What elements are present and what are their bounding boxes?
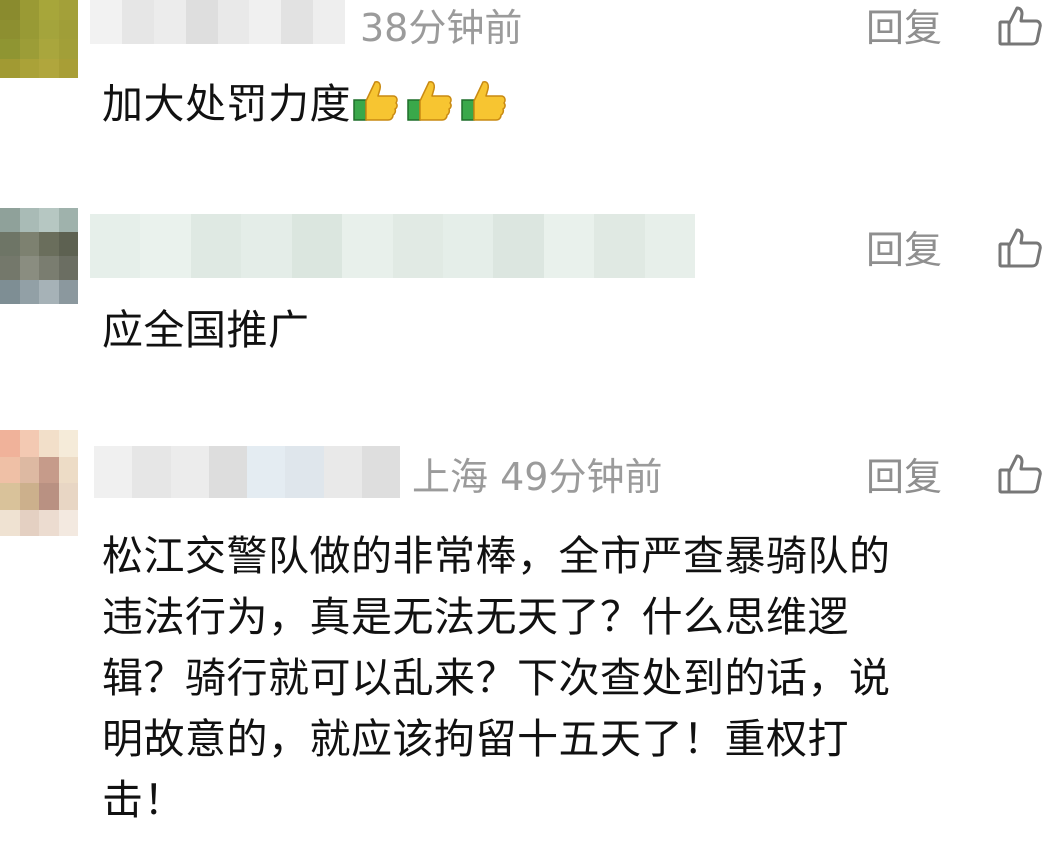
comment-time: 38分钟前 xyxy=(360,6,523,50)
comment-text-line: 违法行为，真是无法无天了？什么思维逻 xyxy=(102,593,849,641)
comment-time: 49分钟前 xyxy=(500,455,663,499)
username-blurred[interactable] xyxy=(94,446,400,498)
thumbs-up-emoji-icon xyxy=(407,81,452,121)
reply-button[interactable]: 回复 xyxy=(866,4,942,52)
comment-text-line: 辑？骑行就可以乱来？下次查处到的话，说 xyxy=(102,654,891,702)
thumbs-up-icon[interactable] xyxy=(996,2,1044,50)
username-blurred[interactable] xyxy=(90,0,345,44)
username-blurred[interactable] xyxy=(90,214,695,278)
reply-button[interactable]: 回复 xyxy=(866,226,942,274)
comment-location: 上海 xyxy=(412,455,489,499)
thumbs-up-icon[interactable] xyxy=(996,450,1044,498)
comment-text: 松江交警队做的非常棒，全市严查暴骑队的 违法行为，真是无法无天了？什么思维逻 辑… xyxy=(102,526,1032,831)
avatar[interactable] xyxy=(0,208,78,304)
emoji-group xyxy=(351,80,513,128)
comment-text-line: 击！ xyxy=(102,776,185,824)
thumbs-up-emoji-icon xyxy=(353,81,398,121)
comment-text: 应全国推广 xyxy=(102,306,310,354)
avatar[interactable] xyxy=(0,430,78,536)
thumbs-up-icon[interactable] xyxy=(996,224,1044,272)
avatar[interactable] xyxy=(0,0,78,78)
comment-text: 加大处罚力度 xyxy=(102,74,1032,135)
comment-location-time: 上海 49分钟前 xyxy=(412,453,662,501)
reply-button[interactable]: 回复 xyxy=(866,453,942,501)
thumbs-up-emoji-icon xyxy=(461,81,506,121)
comment-text-line: 松江交警队做的非常棒，全市严查暴骑队的 xyxy=(102,532,891,580)
comment-text-line: 明故意的，就应该拘留十五天了！重权打 xyxy=(102,715,849,763)
